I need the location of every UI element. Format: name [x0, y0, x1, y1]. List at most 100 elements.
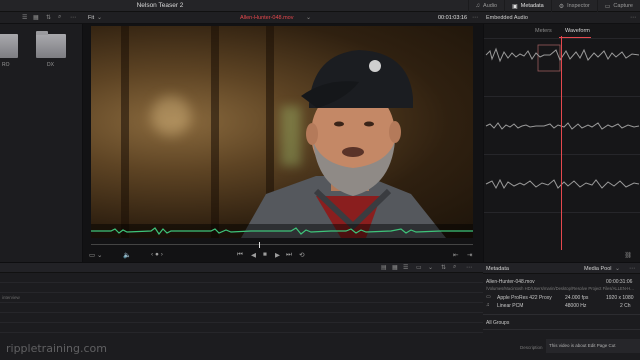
- audio-more-icon[interactable]: ⋯: [630, 14, 636, 21]
- audio-tool-label: Audio: [483, 3, 498, 9]
- metadata-icon: ▣: [512, 3, 518, 10]
- audio-tabs: Meters Waveform: [484, 26, 640, 38]
- video-codec-icon: ▭: [486, 294, 491, 300]
- more-options-icon[interactable]: ⋯: [70, 14, 76, 21]
- viewer-scrubber[interactable]: [91, 242, 473, 248]
- top-tools: ♫ Audio ▣ Metadata ⚙ Inspector ▭ Capture: [467, 0, 640, 12]
- viewer-toolbar: ☰ ▦ ⇅ ⌕ ⋯ Fit ⌄ Allen-Hunter-048.mov ⌄ 0…: [0, 12, 640, 24]
- media-pool-bins: RO DX: [0, 24, 83, 262]
- clip-name-chevron-icon[interactable]: ⌄: [306, 14, 311, 21]
- audio-playhead[interactable]: [561, 36, 562, 250]
- folder-icon[interactable]: [0, 34, 18, 58]
- inspector-tool-label: Inspector: [567, 3, 590, 9]
- capture-tool-button[interactable]: ▭ Capture: [596, 0, 640, 12]
- transport-controls: ▭ ⌄ 🔈 ‹ ● › ⏮ ◀ ■ ▶ ⏭ ⟲ ⇤ ⇥: [83, 250, 483, 262]
- media-pool-label[interactable]: Media Pool: [584, 266, 612, 272]
- metadata-header: Metadata Media Pool ⌄ ⋯: [483, 263, 640, 274]
- search-icon[interactable]: ⌕: [58, 14, 61, 21]
- watermark: rippletraining.com: [6, 342, 107, 355]
- metadata-panel: Metadata Media Pool ⌄ ⋯ Allen-Hunter-048…: [483, 262, 640, 360]
- viewer-clip-name: Allen-Hunter-048.mov: [240, 15, 294, 21]
- timeline-chevron-icon[interactable]: ⌄: [428, 264, 433, 271]
- metadata-group-select[interactable]: All Groups: [486, 320, 509, 326]
- video-frame: [91, 26, 473, 238]
- metadata-sample-rate: 48000 Hz: [565, 303, 587, 309]
- audio-channel-3: [484, 154, 640, 212]
- link-icon[interactable]: ⛓: [624, 252, 632, 259]
- audio-channel-1: [484, 38, 640, 96]
- inspector-tool-button[interactable]: ⚙ Inspector: [550, 0, 597, 12]
- go-to-start-icon[interactable]: ⏮: [237, 251, 243, 259]
- timeline-more-icon[interactable]: ⋯: [466, 264, 472, 271]
- description-value[interactable]: This video is about Edit Page Cut: [549, 343, 616, 348]
- grid-view-icon[interactable]: ▦: [33, 14, 39, 21]
- metadata-path: /Volumes/Macintosh HD/Users/marin/Deskto…: [486, 286, 634, 291]
- metadata-video-codec: Apple ProRes 422 Proxy: [497, 295, 552, 301]
- folder-icon[interactable]: [36, 31, 66, 58]
- project-title: Nelson Teaser 2: [136, 2, 184, 9]
- tab-meters[interactable]: Meters: [535, 28, 552, 34]
- viewer-audio-waveform: [91, 224, 473, 238]
- interview-subject-image: [241, 50, 446, 238]
- metadata-channels: 2 Ch: [620, 303, 631, 309]
- play-reverse-icon[interactable]: ◀: [251, 251, 256, 259]
- capture-icon: ▭: [604, 3, 611, 10]
- timeline-grid-icon[interactable]: ▦: [392, 264, 398, 271]
- metadata-tool-button[interactable]: ▣ Metadata: [504, 0, 551, 12]
- metadata-tool-label: Metadata: [520, 3, 544, 9]
- timeline-thumbnail-icon[interactable]: ▭: [416, 264, 422, 271]
- timeline-row[interactable]: [0, 283, 483, 293]
- timeline-sort-icon[interactable]: ⇅: [441, 264, 446, 271]
- audio-codec-icon: ♫: [486, 302, 490, 308]
- metadata-clip-name: Allen-Hunter-048.mov: [486, 279, 535, 285]
- metadata-resolution: 1920 x 1080: [606, 295, 634, 301]
- metadata-title: Metadata: [486, 266, 509, 272]
- chevron-down-icon[interactable]: ⌄: [615, 265, 620, 272]
- tab-waveform[interactable]: Waveform: [565, 28, 590, 34]
- timeline-row[interactable]: [0, 313, 483, 323]
- play-icon[interactable]: ▶: [275, 251, 280, 259]
- chevron-down-icon[interactable]: ⌄: [97, 14, 102, 21]
- mark-out-icon[interactable]: ⇥: [467, 251, 472, 259]
- timeline-row[interactable]: interview: [0, 293, 483, 303]
- metadata-more-icon[interactable]: ⋯: [629, 265, 635, 272]
- metadata-audio-codec: Linear PCM: [497, 303, 524, 309]
- music-note-icon: ♫: [475, 3, 481, 9]
- capture-tool-label: Capture: [613, 3, 633, 9]
- loop-icon[interactable]: ⟲: [299, 251, 304, 259]
- scrubber-playhead[interactable]: [259, 242, 260, 248]
- audio-channel-4: [484, 212, 640, 250]
- timeline-search-icon[interactable]: ⌕: [453, 264, 456, 271]
- viewer-more-icon[interactable]: ⋯: [472, 14, 478, 21]
- viewer-timecode: 00:01:03:16: [438, 15, 468, 21]
- folder-label: RO: [2, 62, 10, 68]
- zoom-select[interactable]: Fit: [88, 15, 94, 21]
- list-view-icon[interactable]: ☰: [22, 14, 27, 21]
- volume-icon[interactable]: 🔈: [123, 251, 131, 259]
- audio-panel-title: Embedded Audio: [486, 15, 528, 21]
- folder-label: DX: [47, 62, 54, 68]
- description-field[interactable]: This video is about Edit Page Cut: [546, 339, 640, 353]
- top-bar: Nelson Teaser 2 ♫ Audio ▣ Metadata ⚙ Ins…: [0, 0, 640, 12]
- output-view-icon[interactable]: ▭: [89, 251, 95, 259]
- timeline-toolbar: ▤ ▦ ☰ ▭ ⌄ ⇅ ⌕ ⋯: [0, 263, 483, 273]
- sort-icon[interactable]: ⇅: [46, 14, 51, 21]
- inspector-icon: ⚙: [558, 3, 565, 10]
- source-viewer[interactable]: ▭ ⌄ 🔈 ‹ ● › ⏮ ◀ ■ ▶ ⏭ ⟲ ⇤ ⇥: [83, 24, 483, 262]
- timeline-row[interactable]: [0, 303, 483, 313]
- audio-scrub-icon[interactable]: ‹ ● ›: [151, 251, 163, 258]
- go-to-end-icon[interactable]: ⏭: [286, 251, 292, 259]
- description-label: Description: [520, 345, 543, 350]
- timeline-view-icon[interactable]: ▤: [381, 264, 387, 271]
- audio-tool-button[interactable]: ♫ Audio: [467, 0, 505, 12]
- timeline-row[interactable]: [0, 323, 483, 333]
- timeline-row-label: interview: [2, 295, 20, 300]
- mark-in-icon[interactable]: ⇤: [453, 251, 458, 259]
- stop-icon[interactable]: ■: [263, 251, 267, 258]
- chevron-down-icon[interactable]: ⌄: [97, 251, 102, 259]
- metadata-fps: 24.000 fps: [565, 295, 589, 301]
- timeline-list-icon[interactable]: ☰: [403, 264, 408, 271]
- audio-panel: Meters Waveform ⛓: [483, 24, 640, 262]
- metadata-duration: 00:00:31:06: [606, 279, 633, 285]
- timeline-row[interactable]: [0, 273, 483, 283]
